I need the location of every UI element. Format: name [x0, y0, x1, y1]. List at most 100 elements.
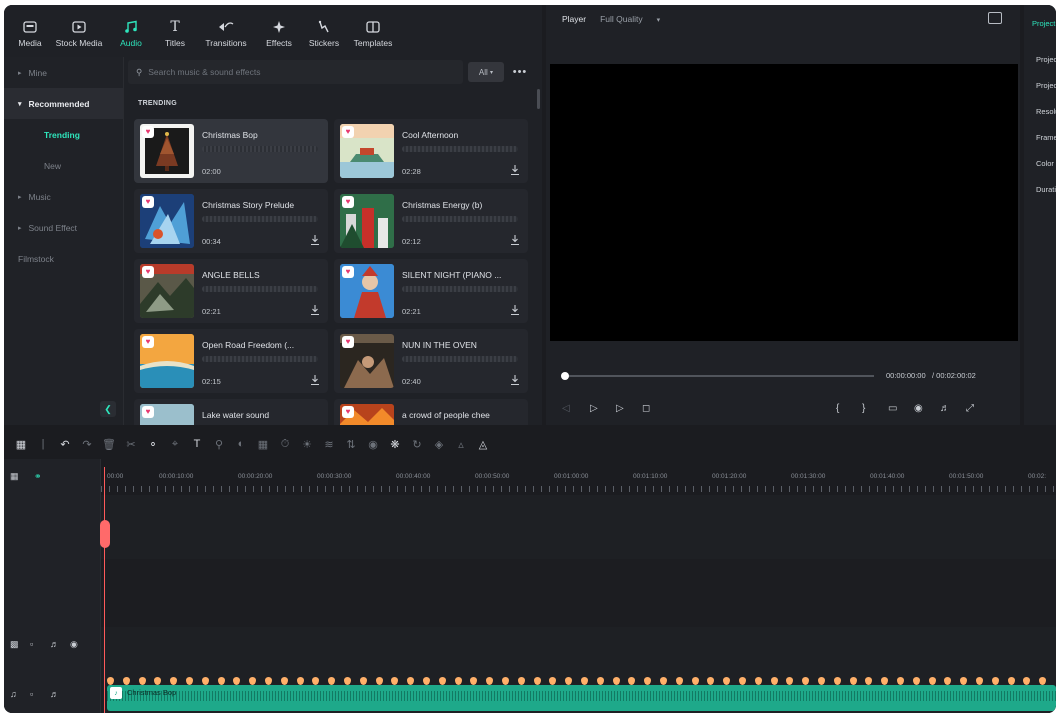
keyframe-icon[interactable]: ◈ [428, 434, 450, 454]
mark-in-icon[interactable]: { [836, 401, 839, 415]
audio-card[interactable]: ♥ ANGLE BELLS 02:21 [134, 259, 328, 323]
more-options-button[interactable]: ••• [510, 62, 530, 82]
monitor-icon[interactable]: ▭ [888, 401, 897, 415]
heart-icon[interactable]: ♥ [342, 266, 354, 278]
search-input[interactable]: ⚲ Search music & sound effects [128, 60, 463, 84]
layout-icon[interactable]: ▦ [10, 434, 32, 454]
video-track[interactable] [101, 559, 1056, 627]
audio-card[interactable]: ♥ NUN IN THE OVEN 02:40 [334, 329, 528, 393]
audio-clip[interactable]: ♪ Christmas Bop [107, 685, 1056, 711]
prev-frame-icon[interactable]: ▷ [590, 401, 598, 415]
redo-icon[interactable]: ↷ [76, 434, 98, 454]
delete-icon[interactable]: 🗑 [98, 434, 120, 454]
tag-icon[interactable]: ⚬ [142, 434, 164, 454]
beat-marker [928, 677, 936, 685]
sidebar-item-recommended[interactable]: ▾ Recommended [4, 88, 123, 119]
sidebar-item-filmstock[interactable]: Filmstock [4, 243, 123, 274]
add-track-icon[interactable]: ▦ [10, 471, 19, 482]
sun-icon[interactable]: ☀ [296, 434, 318, 454]
heart-icon[interactable]: ♥ [142, 266, 154, 278]
stop-icon[interactable]: ◻ [642, 401, 650, 415]
audio-card[interactable]: ♥ SILENT NIGHT (PIANO ... 02:21 [334, 259, 528, 323]
quality-dropdown[interactable]: Full Quality ▾ [600, 14, 660, 24]
eye-icon[interactable]: ◉ [70, 639, 78, 650]
sidebar-item-trending[interactable]: Trending [4, 119, 123, 150]
zoom-icon[interactable]: ⚲ [208, 434, 230, 454]
tab-stickers[interactable]: Stickers [302, 5, 346, 54]
beat-detect-icon[interactable]: ◬ [472, 434, 494, 454]
download-icon[interactable] [510, 374, 520, 386]
stabilize-icon[interactable]: ▵ [450, 434, 472, 454]
time-ruler[interactable]: 00:00 00:00:10:00 00:00:20:00 00:00:30:0… [101, 459, 1056, 495]
mark-out-icon[interactable]: } [862, 401, 865, 415]
beat-marker [486, 677, 494, 685]
beat-marker [565, 677, 573, 685]
audio-card[interactable]: ♥ a crowd of people chee [334, 399, 528, 425]
tab-effects[interactable]: Effects [256, 5, 302, 54]
fullscreen-icon[interactable]: ⤢ [966, 401, 974, 415]
heart-icon[interactable]: ♥ [342, 196, 354, 208]
beat-marker [265, 677, 272, 685]
mask-icon[interactable]: ◉ [362, 434, 384, 454]
lock-icon[interactable]: ▫ [30, 689, 33, 699]
download-icon[interactable] [510, 164, 520, 176]
heart-icon[interactable]: ♥ [342, 406, 354, 418]
color-icon[interactable]: ◐ [230, 434, 252, 454]
filter-dropdown[interactable]: All ▾ [468, 62, 504, 82]
text-icon[interactable]: T [186, 434, 208, 454]
play-icon[interactable]: ▷ [616, 401, 624, 415]
volume-icon[interactable]: ♬ [940, 401, 950, 415]
collapse-sidebar-button[interactable]: ❮ [100, 401, 116, 417]
audio-wave-icon[interactable]: ≋ [318, 434, 340, 454]
heart-icon[interactable]: ♥ [342, 336, 354, 348]
audio-card[interactable]: ♥ Lake water sound [134, 399, 328, 425]
grid-icon[interactable]: ▦ [252, 434, 274, 454]
heart-icon[interactable]: ♥ [142, 406, 154, 418]
camera-icon[interactable]: ◉ [914, 401, 923, 415]
tab-transitions[interactable]: Transitions [196, 5, 256, 54]
audio-card[interactable]: ♥ Cool Afternoon 02:28 [334, 119, 528, 183]
ai-icon[interactable]: ❋ [384, 434, 406, 454]
sidebar-item-music[interactable]: ▸ Music [4, 181, 123, 212]
preview-viewport [550, 64, 1018, 341]
download-icon[interactable] [310, 234, 320, 246]
step-back-icon[interactable]: ◁ [562, 401, 570, 415]
download-icon[interactable] [310, 374, 320, 386]
mute-icon[interactable]: ♬ [50, 639, 59, 649]
playhead-handle[interactable] [100, 520, 110, 548]
sidebar-item-sound-effect[interactable]: ▸ Sound Effect [4, 212, 123, 243]
tab-titles[interactable]: T Titles [154, 5, 196, 54]
audio-card[interactable]: ♥ Christmas Bop 02:00 [134, 119, 328, 183]
undo-icon[interactable]: ↶ [54, 434, 76, 454]
progress-knob[interactable] [561, 372, 569, 380]
playback-progress[interactable] [561, 372, 874, 380]
speed-icon[interactable]: ↻ [406, 434, 428, 454]
link-icon[interactable]: ⚭ [34, 471, 42, 482]
download-icon[interactable] [510, 234, 520, 246]
tab-audio[interactable]: Audio [108, 5, 154, 54]
lock-icon[interactable]: ▫ [30, 639, 33, 649]
tab-templates[interactable]: Templates [346, 5, 400, 54]
cut-icon[interactable]: ✂ [120, 434, 142, 454]
tab-stock-media[interactable]: Stock Media [50, 5, 108, 54]
sidebar-item-mine[interactable]: ▸ Mine [4, 57, 123, 88]
heart-icon[interactable]: ♥ [342, 126, 354, 138]
mute-icon[interactable]: ♬ [50, 689, 59, 699]
heart-icon[interactable]: ♥ [142, 336, 154, 348]
playhead[interactable] [104, 467, 105, 713]
library-scrollbar[interactable] [537, 89, 540, 109]
tab-project[interactable]: Project [1032, 19, 1055, 28]
download-icon[interactable] [510, 304, 520, 316]
audio-card[interactable]: ♥ Christmas Story Prelude 00:34 [134, 189, 328, 253]
crop-icon[interactable]: ⌖ [164, 434, 186, 454]
download-icon[interactable] [310, 304, 320, 316]
heart-icon[interactable]: ♥ [142, 196, 154, 208]
timer-icon[interactable]: ⏱ [274, 434, 296, 454]
split-icon[interactable]: ⇅ [340, 434, 362, 454]
tab-media[interactable]: Media [10, 5, 50, 54]
sidebar-item-new[interactable]: New [4, 150, 123, 181]
audio-card[interactable]: ♥ Open Road Freedom (... 02:15 [134, 329, 328, 393]
audio-card[interactable]: ♥ Christmas Energy (b) 02:12 [334, 189, 528, 253]
image-view-icon[interactable] [988, 12, 1002, 24]
heart-icon[interactable]: ♥ [142, 126, 154, 138]
